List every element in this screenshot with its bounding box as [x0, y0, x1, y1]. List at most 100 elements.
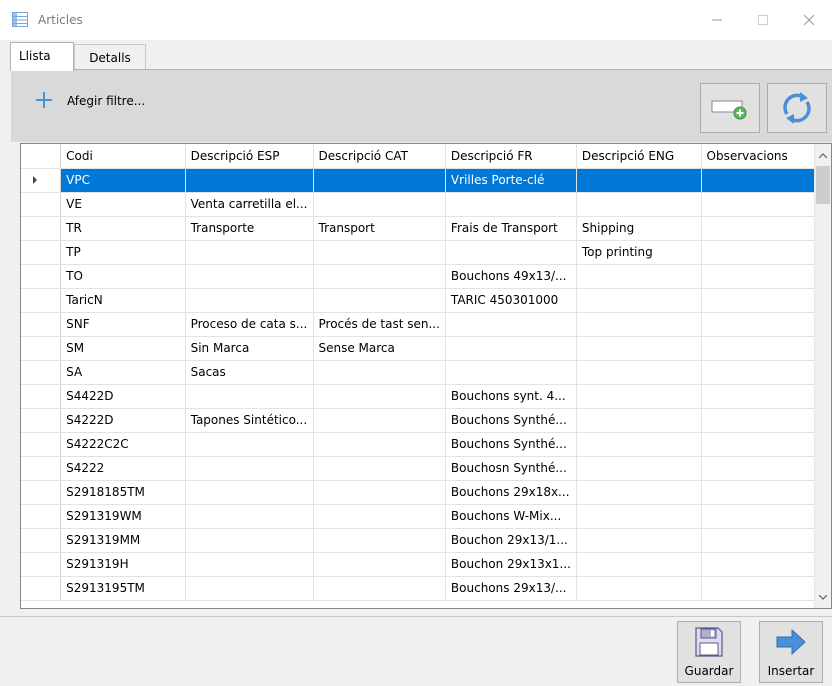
cell-codi[interactable]: TO: [60, 264, 186, 289]
table-row[interactable]: SM Sin Marca Sense Marca: [21, 336, 831, 361]
cell-desc-fr[interactable]: Vrilles Porte-clé: [445, 168, 577, 193]
cell-desc-fr[interactable]: TARIC 450301000: [445, 288, 577, 313]
row-header[interactable]: [21, 192, 62, 217]
table-row[interactable]: S291319WM Bouchons W-Mix...: [21, 504, 831, 529]
cell-desc-fr[interactable]: Bouchons Synthé...: [445, 432, 577, 457]
cell-observacions[interactable]: [701, 576, 831, 601]
cell-desc-eng[interactable]: [576, 552, 702, 577]
table-row[interactable]: SA Sacas: [21, 360, 831, 385]
cell-desc-eng[interactable]: [576, 336, 702, 361]
cell-codi[interactable]: S291319MM: [60, 528, 186, 553]
cell-observacions[interactable]: [701, 384, 831, 409]
cell-desc-eng[interactable]: Top printing: [576, 240, 702, 265]
cell-observacions[interactable]: [701, 432, 831, 457]
column-header-codi[interactable]: Codi: [60, 144, 186, 169]
cell-desc-cat[interactable]: [313, 168, 446, 193]
row-header[interactable]: [21, 312, 62, 337]
cell-desc-eng[interactable]: [576, 312, 702, 337]
cell-desc-eng[interactable]: [576, 288, 702, 313]
cell-desc-fr[interactable]: Bouchon 29x13/1...: [445, 528, 577, 553]
refresh-button[interactable]: [767, 83, 827, 133]
table-row[interactable]: S4222 Bouchosn Synthé...: [21, 456, 831, 481]
cell-desc-eng[interactable]: [576, 432, 702, 457]
cell-desc-cat[interactable]: [313, 240, 446, 265]
cell-desc-eng[interactable]: [576, 528, 702, 553]
cell-desc-fr[interactable]: [445, 360, 577, 385]
cell-desc-fr[interactable]: Bouchon 29x13x1...: [445, 552, 577, 577]
close-button[interactable]: [786, 0, 832, 40]
row-header[interactable]: [21, 528, 62, 553]
cell-desc-eng[interactable]: [576, 384, 702, 409]
cell-desc-fr[interactable]: Bouchons 49x13/...: [445, 264, 577, 289]
cell-codi[interactable]: S4222D: [60, 408, 186, 433]
cell-desc-esp[interactable]: [185, 504, 314, 529]
row-header[interactable]: [21, 504, 62, 529]
scroll-up-icon[interactable]: [815, 146, 831, 164]
cell-desc-fr[interactable]: [445, 312, 577, 337]
cell-desc-cat[interactable]: [313, 552, 446, 577]
row-header[interactable]: [21, 576, 62, 601]
cell-observacions[interactable]: [701, 552, 831, 577]
cell-observacions[interactable]: [701, 240, 831, 265]
cell-desc-esp[interactable]: Sacas: [185, 360, 314, 385]
cell-desc-cat[interactable]: [313, 408, 446, 433]
tab-detalls[interactable]: Detalls: [74, 44, 146, 70]
cell-desc-esp[interactable]: Sin Marca: [185, 336, 314, 361]
cell-desc-esp[interactable]: [185, 480, 314, 505]
scroll-down-icon[interactable]: [815, 588, 831, 606]
maximize-button[interactable]: [740, 0, 786, 40]
row-header[interactable]: [21, 216, 62, 241]
row-header[interactable]: [21, 552, 62, 577]
cell-codi[interactable]: SA: [60, 360, 186, 385]
cell-desc-eng[interactable]: [576, 504, 702, 529]
column-header-desc-fr[interactable]: Descripció FR: [445, 144, 577, 169]
cell-codi[interactable]: SM: [60, 336, 186, 361]
table-row[interactable]: TR Transporte Transport Frais de Transport S…: [21, 216, 831, 241]
plus-icon[interactable]: [35, 91, 53, 109]
cell-desc-fr[interactable]: Bouchons Synthé...: [445, 408, 577, 433]
row-header[interactable]: [21, 384, 62, 409]
cell-codi[interactable]: TR: [60, 216, 186, 241]
row-header[interactable]: [21, 432, 62, 457]
scrollbar-thumb[interactable]: [816, 166, 830, 204]
articles-grid[interactable]: Codi Descripció ESP Descripció CAT Descr…: [20, 143, 832, 609]
cell-desc-esp[interactable]: [185, 288, 314, 313]
cell-desc-esp[interactable]: [185, 384, 314, 409]
cell-codi[interactable]: S4222C2C: [60, 432, 186, 457]
cell-observacions[interactable]: [701, 312, 831, 337]
cell-observacions[interactable]: [701, 192, 831, 217]
cell-desc-esp[interactable]: [185, 240, 314, 265]
cell-desc-esp[interactable]: Venta carretilla el...: [185, 192, 314, 217]
cell-desc-fr[interactable]: Bouchons 29x13/...: [445, 576, 577, 601]
row-header[interactable]: [21, 264, 62, 289]
cell-desc-esp[interactable]: [185, 576, 314, 601]
cell-codi[interactable]: S2918185TM: [60, 480, 186, 505]
table-row[interactable]: VE Venta carretilla el...: [21, 192, 831, 217]
row-header[interactable]: [21, 288, 62, 313]
table-row[interactable]: S2918185TM Bouchons 29x18x...: [21, 480, 831, 505]
cell-desc-esp[interactable]: [185, 168, 314, 193]
table-row[interactable]: SNF Proceso de cata s... Procés de tast se…: [21, 312, 831, 337]
cell-desc-esp[interactable]: Transporte: [185, 216, 314, 241]
cell-desc-eng[interactable]: [576, 456, 702, 481]
cell-desc-fr[interactable]: Bouchons W-Mix...: [445, 504, 577, 529]
cell-observacions[interactable]: [701, 336, 831, 361]
cell-desc-eng[interactable]: [576, 576, 702, 601]
cell-desc-eng[interactable]: [576, 168, 702, 193]
cell-desc-cat[interactable]: [313, 576, 446, 601]
cell-desc-cat[interactable]: Sense Marca: [313, 336, 446, 361]
cell-desc-cat[interactable]: [313, 384, 446, 409]
column-header-observacions[interactable]: Observacions: [701, 144, 831, 169]
cell-codi[interactable]: TP: [60, 240, 186, 265]
cell-desc-cat[interactable]: [313, 288, 446, 313]
add-filter-link[interactable]: Afegir filtre...: [67, 94, 145, 108]
table-row[interactable]: TaricN TARIC 450301000: [21, 288, 831, 313]
cell-desc-fr[interactable]: Bouchons 29x18x...: [445, 480, 577, 505]
cell-desc-eng[interactable]: [576, 264, 702, 289]
cell-desc-eng[interactable]: Shipping: [576, 216, 702, 241]
cell-desc-esp[interactable]: [185, 552, 314, 577]
cell-desc-fr[interactable]: Bouchosn Synthé...: [445, 456, 577, 481]
column-header-desc-cat[interactable]: Descripció CAT: [313, 144, 446, 169]
table-row[interactable]: S291319MM Bouchon 29x13/1...: [21, 528, 831, 553]
cell-codi[interactable]: TaricN: [60, 288, 186, 313]
